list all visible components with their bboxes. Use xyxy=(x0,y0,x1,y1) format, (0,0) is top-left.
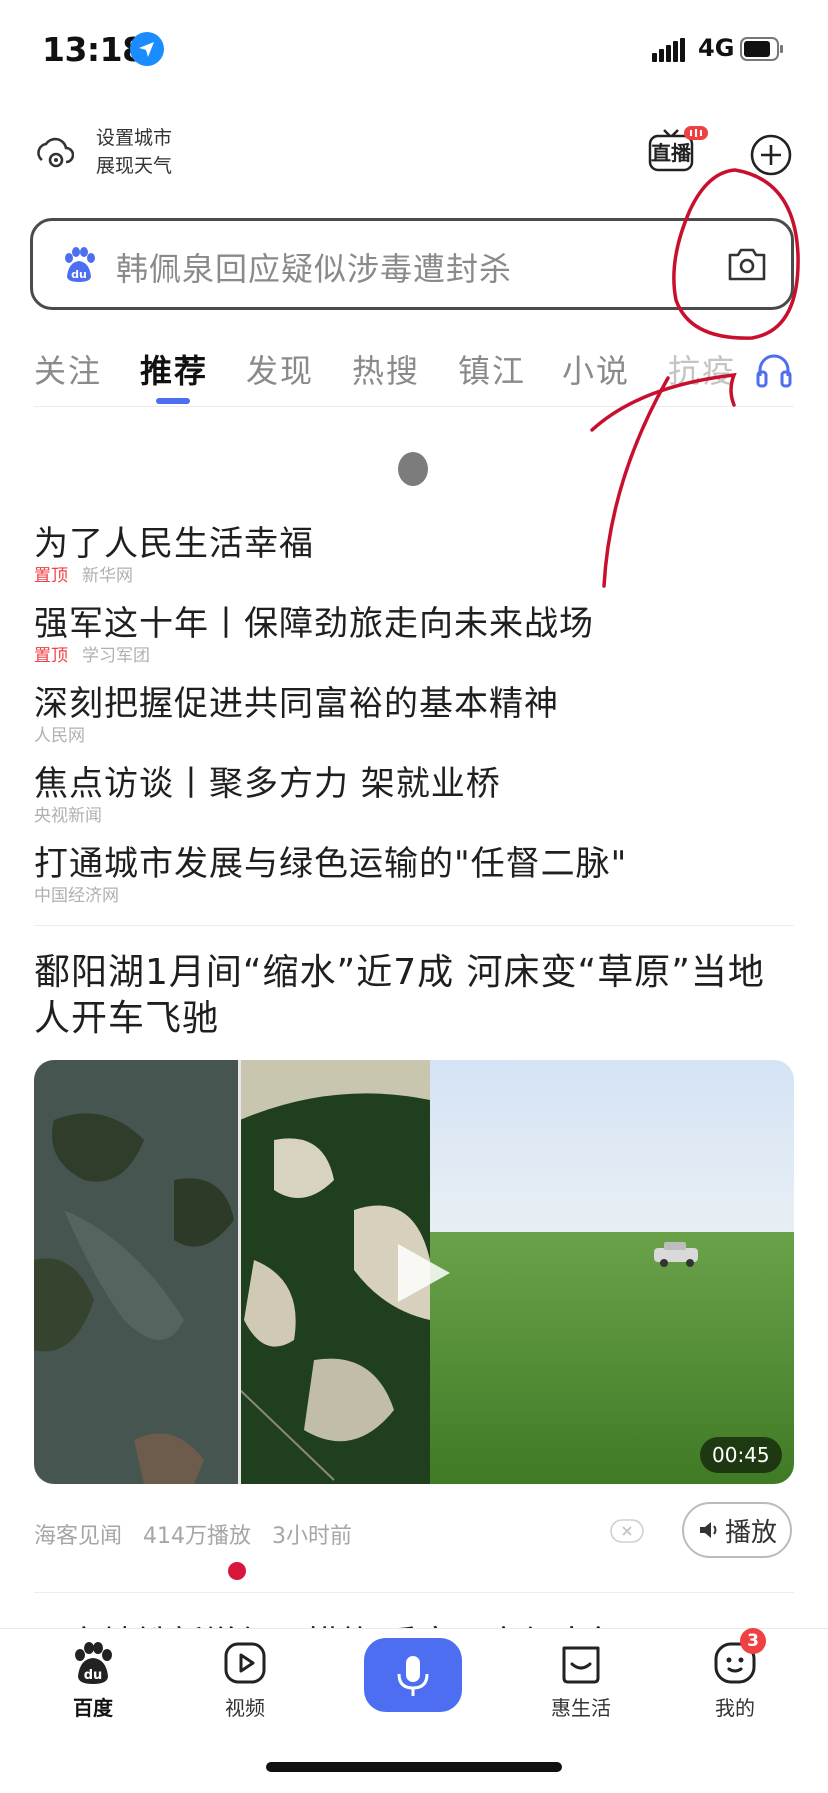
tab-discover[interactable]: 发现 xyxy=(246,346,314,392)
smile-bag-icon xyxy=(562,1646,600,1684)
hot-item-title[interactable]: 打通城市发展与绿色运输的"任督二脉" xyxy=(34,836,627,885)
signal-strength-icon xyxy=(652,38,692,62)
hot-item-title[interactable]: 深刻把握促进共同富裕的基本精神 xyxy=(34,676,559,725)
dismiss-icon[interactable] xyxy=(610,1519,644,1543)
nav-video[interactable]: 视频 xyxy=(200,1640,290,1721)
add-button[interactable] xyxy=(750,134,792,176)
nav-video-label: 视频 xyxy=(225,1696,265,1720)
svg-text:du: du xyxy=(84,1668,103,1683)
tab-novel[interactable]: 小说 xyxy=(562,346,630,392)
play-audio-label: 播放 xyxy=(724,1517,777,1548)
hot-item-title[interactable]: 为了人民生活幸福 xyxy=(34,516,314,565)
tab-recommend[interactable]: 推荐 xyxy=(140,346,208,392)
pinned-tag: 置顶 xyxy=(34,646,68,666)
weather-prompt[interactable]: 设置城市 展现天气 xyxy=(96,124,172,180)
card-time: 3小时前 xyxy=(272,1524,353,1549)
card-author[interactable]: 海客见闻 xyxy=(34,1524,122,1549)
card-title[interactable]: 鄱阳湖1月间“缩水”近7成 河床变“草原”当地人开车飞驰 xyxy=(34,950,794,1042)
weather-line-1: 设置城市 xyxy=(96,127,173,149)
hot-item-title[interactable]: 强军这十年丨保障劲旅走向未来战场 xyxy=(34,596,594,645)
network-type: 4G xyxy=(698,34,735,62)
card-meta: 海客见闻 414万播放 3小时前 xyxy=(34,1518,366,1550)
baidu-paw-icon: du xyxy=(60,246,98,284)
nav-life[interactable]: 惠生活 xyxy=(536,1640,626,1721)
location-arrow-icon xyxy=(130,32,164,66)
nav-life-label: 惠生活 xyxy=(551,1696,611,1720)
video-duration: 00:45 xyxy=(700,1437,782,1473)
hot-item-source: 新华网 xyxy=(82,566,133,586)
nav-mine-label: 我的 xyxy=(715,1696,755,1720)
speaker-icon xyxy=(699,1522,717,1538)
tab-hot-search[interactable]: 热搜 xyxy=(352,346,420,392)
nav-home-label: 百度 xyxy=(73,1696,113,1720)
camera-icon[interactable] xyxy=(726,245,768,283)
search-placeholder: 韩佩泉回应疑似涉毒遭封杀 xyxy=(116,250,513,288)
hot-item-meta: 置顶 新华网 xyxy=(34,561,133,586)
tab-anti-epidemic[interactable]: 抗疫 xyxy=(668,346,736,392)
annotation-arrow xyxy=(602,376,670,588)
hot-item-source: 央视新闻 xyxy=(34,806,102,826)
tab-zhenjiang[interactable]: 镇江 xyxy=(458,346,526,392)
hot-item-source: 学习军团 xyxy=(82,646,150,666)
hot-item-source: 中国经济网 xyxy=(34,886,119,906)
svg-text:du: du xyxy=(71,268,87,281)
nav-mine[interactable]: 我的 xyxy=(690,1640,780,1721)
hot-item-meta: 置顶 学习军团 xyxy=(34,641,150,666)
weather-location-icon[interactable] xyxy=(34,134,75,174)
battery-icon xyxy=(740,36,784,62)
weather-line-2: 展现天气 xyxy=(96,155,173,177)
tab-follow[interactable]: 关注 xyxy=(34,346,102,392)
live-label: 直播 xyxy=(651,141,692,165)
microphone-icon xyxy=(397,1656,429,1696)
hot-item-source: 人民网 xyxy=(34,726,85,746)
next-card-peek[interactable]: 西安地铁新增便民措施 乘客更方便出行 xyxy=(34,1616,794,1628)
pinned-tag: 置顶 xyxy=(34,566,68,586)
hot-item-title[interactable]: 焦点访谈丨聚多方力 架就业桥 xyxy=(34,756,501,805)
headphone-icon[interactable] xyxy=(754,350,794,390)
voice-search-button[interactable] xyxy=(364,1638,462,1712)
live-button[interactable]: 直播 xyxy=(646,126,710,176)
home-indicator[interactable] xyxy=(266,1762,562,1772)
tabs-divider xyxy=(34,406,794,407)
section-divider xyxy=(34,925,794,926)
play-icon[interactable] xyxy=(384,1236,458,1310)
active-tab-indicator xyxy=(156,398,190,404)
baidu-paw-icon: du xyxy=(75,1642,112,1684)
card-divider xyxy=(34,1592,794,1593)
notification-badge: 3 xyxy=(740,1628,766,1654)
video-play-icon xyxy=(224,1642,266,1684)
play-audio-button[interactable]: 播放 xyxy=(682,1502,792,1558)
recording-dot xyxy=(228,1562,246,1580)
loading-indicator xyxy=(398,452,428,486)
card-play-count: 414万播放 xyxy=(143,1524,252,1549)
nav-home[interactable]: du 百度 xyxy=(48,1640,138,1721)
